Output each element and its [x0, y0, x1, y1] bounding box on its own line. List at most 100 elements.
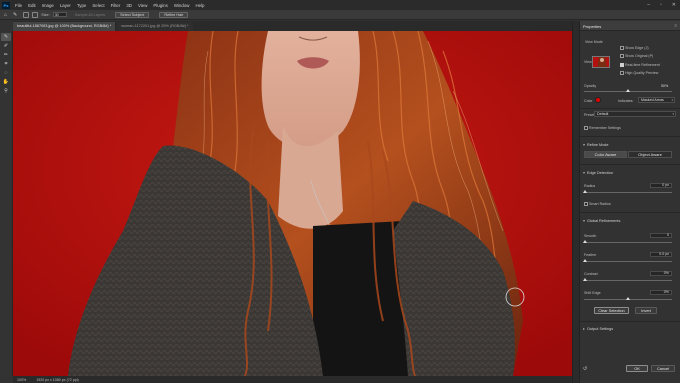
brush-tool-icon[interactable]: ✏: [1, 51, 11, 59]
opacity-value[interactable]: 50%: [661, 84, 668, 88]
lasso-tool-icon[interactable]: ◌: [1, 69, 11, 77]
opacity-slider-thumb[interactable]: [626, 89, 630, 92]
opacity-label: Opacity: [584, 84, 597, 88]
quick-selection-tool-icon[interactable]: ✎: [1, 33, 11, 41]
contrast-field[interactable]: 0%: [650, 271, 672, 276]
show-edge-label: Show Edge (J): [625, 46, 649, 50]
smart-radius-label: Smart Radius: [589, 202, 611, 206]
cancel-button[interactable]: Cancel: [651, 365, 675, 372]
feather-field[interactable]: 0.0 px: [650, 252, 672, 257]
smooth-field[interactable]: 0: [650, 233, 672, 238]
smooth-slider-track[interactable]: [584, 242, 672, 243]
tab-document-2[interactable]: woman-1172201.jpg @ 25% (RGB/8#) *: [117, 22, 193, 31]
reset-icon[interactable]: ↺: [583, 366, 587, 372]
realtime-refinement-checkbox[interactable]: [620, 63, 624, 67]
window-controls: – ▫ ✕: [647, 0, 676, 10]
menu-image[interactable]: Image: [42, 3, 54, 8]
menu-view[interactable]: View: [138, 3, 147, 8]
radius-slider-track[interactable]: [584, 192, 672, 193]
shift-edge-label: Shift Edge: [584, 291, 601, 295]
tools-panel: ✎ ✐ ✏ ⌗ ◌ ✋ ⚲: [0, 31, 13, 376]
menu-edit[interactable]: Edit: [28, 3, 36, 8]
indicates-label: Indicates:: [618, 99, 634, 103]
shift-edge-slider-thumb[interactable]: [626, 297, 630, 300]
global-refinements-heading[interactable]: ▾ Global Refinements: [583, 218, 620, 223]
radius-label: Radius: [584, 184, 596, 188]
view-mode-thumbnail[interactable]: [592, 56, 610, 68]
menu-help[interactable]: Help: [195, 3, 204, 8]
panel-dock-strip: [572, 21, 580, 383]
select-subject-button[interactable]: Select Subject: [115, 11, 150, 18]
shift-edge-field[interactable]: 0%: [650, 290, 672, 295]
color-label: Color: [584, 99, 593, 103]
contrast-slider-thumb[interactable]: [583, 278, 587, 281]
contrast-label: Contrast: [584, 272, 598, 276]
size-label: Size:: [41, 12, 50, 17]
contrast-slider-track[interactable]: [584, 280, 672, 281]
refine-edge-brush-icon[interactable]: ✐: [1, 42, 11, 50]
remember-settings-checkbox[interactable]: [584, 126, 588, 130]
menu-select[interactable]: Select: [92, 3, 104, 8]
photoshop-logo: Ps: [2, 1, 10, 9]
output-settings-heading[interactable]: ▸ Output Settings: [583, 326, 613, 331]
home-icon[interactable]: ⌂: [4, 12, 7, 18]
radius-field[interactable]: 0 px: [650, 183, 672, 188]
menu-filter[interactable]: Filter: [111, 3, 121, 8]
chevron-down-icon: ▾: [672, 112, 674, 116]
zoom-level[interactable]: 100%: [17, 378, 26, 382]
close-icon[interactable]: ✕: [672, 2, 676, 8]
show-original-checkbox[interactable]: [620, 54, 624, 58]
overlay-color-swatch[interactable]: [595, 97, 601, 103]
object-selection-tool-icon[interactable]: ⌗: [1, 60, 11, 68]
add-mode-icon[interactable]: [23, 11, 30, 18]
sample-all-layers-checkbox[interactable]: Sample All Layers: [75, 13, 105, 17]
refine-hair-button[interactable]: Refine Hair: [159, 11, 189, 18]
show-original-label: Show Original (P): [625, 54, 654, 58]
clear-selection-button[interactable]: Clear Selection: [594, 307, 629, 314]
indicates-value: Masked Areas: [641, 98, 664, 102]
color-aware-button[interactable]: Color Aware: [584, 151, 627, 158]
document-tabs: beautiful-1867093.jpg @ 100% (Background…: [13, 21, 572, 31]
smart-radius-checkbox[interactable]: [584, 202, 588, 206]
zoom-tool-icon[interactable]: ⚲: [1, 87, 11, 95]
menu-plugins[interactable]: Plugins: [153, 3, 167, 8]
menu-type[interactable]: Type: [77, 3, 87, 8]
menu-file[interactable]: File: [15, 3, 22, 8]
canvas-image[interactable]: [13, 31, 572, 376]
smooth-slider-thumb[interactable]: [583, 240, 587, 243]
refine-mode-heading[interactable]: ▾ Refine Mode: [583, 142, 609, 147]
properties-panel: Properties ≡ View Mode View: Show Edge (…: [580, 21, 680, 383]
realtime-refinement-label: Real-time Refinement: [625, 63, 660, 67]
preset-value: Default: [597, 112, 609, 116]
invert-button[interactable]: Invert: [635, 307, 657, 314]
menu-layer[interactable]: Layer: [60, 3, 71, 8]
edge-detection-heading[interactable]: ▾ Edge Detection: [583, 170, 613, 175]
radius-slider-thumb[interactable]: [583, 190, 587, 193]
high-quality-preview-checkbox[interactable]: [620, 71, 624, 75]
view-preview-icon: [593, 57, 609, 67]
minimize-icon[interactable]: –: [647, 2, 650, 8]
feather-slider-thumb[interactable]: [583, 259, 587, 262]
show-edge-checkbox[interactable]: [620, 46, 624, 50]
smooth-label: Smooth: [584, 234, 597, 238]
properties-header: Properties ≡: [580, 21, 680, 31]
preset-dropdown[interactable]: Default ▾: [594, 111, 676, 117]
object-aware-button[interactable]: Object Aware: [628, 151, 672, 158]
subtract-mode-icon[interactable]: [32, 11, 39, 18]
menu-3d[interactable]: 3D: [126, 3, 132, 8]
portrait-photo: [13, 31, 572, 376]
menu-bar: Ps File Edit Image Layer Type Select Fil…: [0, 0, 680, 10]
size-field[interactable]: 30: [52, 12, 67, 17]
panel-menu-icon[interactable]: ≡: [675, 23, 677, 28]
high-quality-preview-label: High Quality Preview: [625, 71, 659, 75]
hand-tool-icon[interactable]: ✋: [1, 78, 11, 86]
menu-window[interactable]: Window: [174, 3, 190, 8]
indicates-dropdown[interactable]: Masked Areas ▾: [638, 97, 675, 103]
ok-button[interactable]: OK: [626, 365, 648, 372]
maximize-icon[interactable]: ▫: [660, 2, 662, 8]
tab-document-1[interactable]: beautiful-1867093.jpg @ 100% (Background…: [13, 22, 116, 31]
feather-slider-track[interactable]: [584, 261, 672, 262]
feather-label: Feather: [584, 253, 597, 257]
chevron-down-icon: ▾: [671, 98, 673, 102]
brush-tool-icon[interactable]: ✎: [13, 12, 17, 18]
